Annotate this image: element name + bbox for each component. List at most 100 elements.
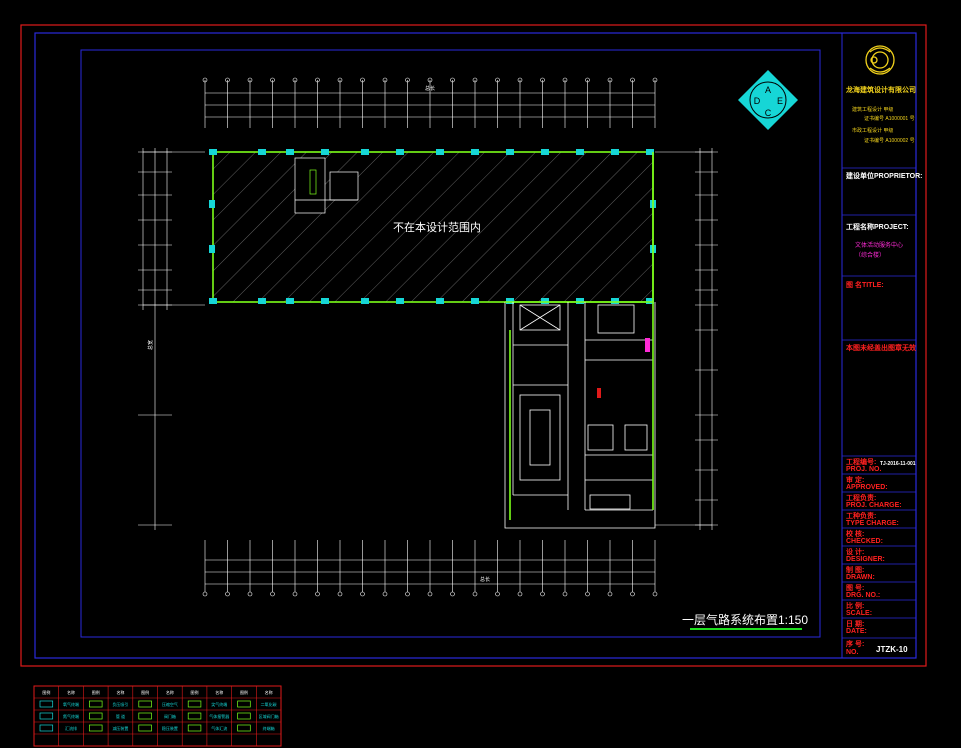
column-bottom	[361, 298, 369, 304]
bottom-axis-bubble	[292, 591, 298, 597]
legend-name: 氮气终端	[63, 713, 79, 719]
legend-symbol	[138, 700, 152, 708]
column-top	[471, 149, 479, 155]
column-bottom	[396, 298, 404, 304]
bottom-axis-bubble	[405, 591, 410, 597]
legend-name: 稳压装置	[162, 725, 178, 731]
tb-row-sub: APPROVED:	[846, 484, 888, 491]
logo-letter-a: A	[765, 85, 771, 95]
outer-red-frame	[20, 24, 927, 667]
column-bottom	[209, 298, 217, 304]
tb-row-sub: DRG. NO.:	[846, 592, 881, 599]
legend-symbol	[237, 700, 251, 708]
bottom-axis-bubble	[202, 591, 208, 597]
legend-symbol	[138, 724, 152, 732]
red-equipment-marker	[597, 388, 601, 398]
bottom-axis-bubble	[540, 591, 545, 597]
column-bottom	[321, 298, 329, 304]
left-dimension-chain	[142, 148, 205, 530]
tb-row-sub: PROJ. CHARGE:	[846, 502, 902, 509]
legend-header: 图例	[240, 689, 248, 695]
column-top	[506, 149, 514, 155]
out-of-scope-note: 不在本设计范围内	[393, 220, 481, 234]
legend-name: 二氧化碳	[261, 701, 277, 707]
legend-header: 名称	[215, 689, 223, 695]
bottom-axis-bubble	[225, 591, 230, 597]
tb-row-sub: CHECKED:	[846, 538, 883, 545]
project-line-1: 文体活动服务中心	[855, 243, 904, 249]
bottom-axis-bubble	[450, 591, 455, 597]
column-bottom	[541, 298, 549, 304]
bottom-axis-bubble	[585, 591, 590, 597]
cert-line-2: 证书编号 A1000001 号	[864, 116, 915, 122]
bottom-axis-bubble	[495, 591, 500, 597]
bottom-axis-bubble	[382, 591, 388, 597]
bottom-axis-bubble	[652, 591, 658, 597]
proprietor-label: 建设单位PROPRIETOR:	[846, 173, 923, 180]
legend-name: 汇流排	[65, 725, 77, 731]
right-dimension-chain	[655, 148, 713, 530]
legend-symbol	[187, 700, 202, 708]
cert-line-3: 市政工程设计 甲级	[852, 128, 894, 134]
legend-name: 压缩空气	[162, 701, 178, 707]
tb-row-sub: PROJ. NO.	[846, 466, 882, 473]
tb-row-sub: SCALE:	[846, 610, 873, 617]
legend-name: 氧气终端	[63, 701, 79, 707]
legend-header: 图例	[42, 689, 50, 695]
legend-name: 负压吸引	[112, 701, 128, 707]
bottom-axis-bubble	[427, 591, 433, 597]
legend-header: 名称	[166, 689, 174, 695]
legend-name: 区域阀门箱	[259, 713, 279, 719]
sheet-no-label: 序 号:	[846, 641, 865, 648]
project-label: 工程名称PROJECT:	[846, 224, 909, 231]
column-top	[286, 149, 294, 155]
column-bottom	[576, 298, 584, 304]
legend-symbol	[187, 724, 202, 732]
column-top	[541, 149, 549, 155]
dim-bottom-label: 总长	[480, 576, 490, 583]
dim-left-label: 总宽	[147, 340, 154, 350]
legend-symbol	[237, 712, 251, 720]
drawing-title: 一层气路系统布置1:150	[682, 612, 808, 627]
column-left	[209, 200, 215, 208]
column-top	[209, 149, 217, 155]
bottom-grid-ticks	[202, 540, 658, 597]
company-name: 龙海建筑设计有限公司	[846, 87, 916, 94]
legend-header: 名称	[265, 689, 273, 695]
logo-letter-c: C	[765, 108, 772, 118]
cert-line-1: 建筑工程设计 甲级	[852, 107, 894, 113]
legend-name: 终端箱	[263, 725, 275, 731]
column-top	[611, 149, 619, 155]
sheet-no-value: JTZK-10	[876, 645, 908, 654]
lower-building	[504, 301, 656, 529]
column-bottom	[286, 298, 294, 304]
legend-symbol	[89, 712, 103, 720]
legend-symbol	[89, 700, 103, 708]
bottom-axis-bubble	[247, 591, 253, 597]
legend-name: 管 道	[116, 713, 125, 719]
legend-table: 图例 名称 图例 名称 图例 名称 图例 名称 图例 名称氧气终端 负压吸引 压缩空气 笑气终端 二氧化碳…	[33, 685, 282, 747]
inner-blue-frame	[34, 32, 917, 659]
bottom-axis-bubble	[337, 591, 343, 597]
column-bottom	[471, 298, 479, 304]
column-top	[436, 149, 444, 155]
out-of-scope-area: 不在本设计范围内	[212, 151, 654, 303]
bottom-axis-bubble	[630, 591, 635, 597]
legend-symbol	[39, 724, 54, 732]
legend-symbol	[138, 712, 152, 720]
legend-name: 减压装置	[112, 725, 128, 731]
legend-symbol	[39, 700, 54, 708]
tb-row-sub: TYPE CHARGE:	[846, 520, 899, 527]
bottom-axis-bubble	[517, 591, 523, 597]
dim-top-label: 总长	[425, 85, 435, 92]
column-top	[396, 149, 404, 155]
column-top	[361, 149, 369, 155]
project-line-2: （综合楼）	[855, 253, 886, 259]
stamp-note: 本图未经盖出图章无效	[846, 345, 916, 352]
legend-header: 图例	[141, 689, 149, 695]
company-logo-icon	[865, 45, 895, 75]
column-top	[576, 149, 584, 155]
legend-name: 气体汇流	[211, 725, 227, 731]
legend-symbol	[89, 724, 103, 732]
adec-diamond-logo: A D E C	[738, 70, 798, 130]
